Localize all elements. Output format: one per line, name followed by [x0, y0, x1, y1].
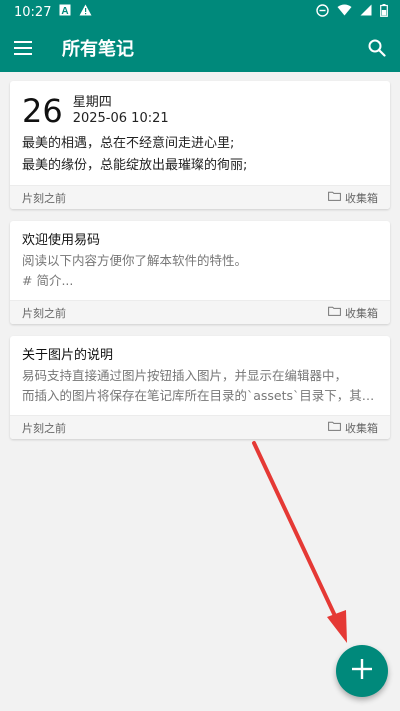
- note-preview: 易码支持直接通过图片按钮插入图片，并显示在编辑器中，: [22, 368, 348, 383]
- menu-icon[interactable]: [14, 41, 32, 55]
- folder-icon: [328, 421, 341, 434]
- wifi-icon: [337, 4, 352, 20]
- note-title: 欢迎使用易码: [22, 233, 101, 248]
- search-icon[interactable]: [368, 39, 386, 57]
- svg-text:A: A: [62, 6, 69, 16]
- diary-card[interactable]: 26 星期四 2025-06 10:21 最美的相遇，总在不经意间走进心里; 最…: [10, 81, 390, 209]
- note-time: 片刻之前: [22, 306, 66, 320]
- note-preview: 而插入的图片将保存在笔记库所在目录的`assets`目录下，其 M...: [22, 388, 378, 403]
- add-note-button[interactable]: [336, 645, 388, 697]
- note-card[interactable]: 欢迎使用易码 阅读以下内容方便你了解本软件的特性。 # 简介... 片刻之前 收…: [10, 221, 390, 324]
- note-time: 片刻之前: [22, 191, 66, 205]
- note-preview: # 简介...: [22, 273, 74, 288]
- card-footer: 片刻之前 收集箱: [10, 185, 390, 209]
- plus-icon: [351, 658, 373, 684]
- app-bar: 所有笔记: [0, 24, 400, 72]
- diary-line: 最美的相遇，总在不经意间走进心里;: [22, 136, 235, 151]
- diary-day: 26: [22, 92, 63, 130]
- status-bar: 10:27 A: [0, 0, 400, 24]
- dnd-icon: [316, 3, 329, 21]
- app-a-icon: A: [59, 4, 71, 20]
- folder-icon: [328, 191, 341, 204]
- battery-icon: [380, 3, 388, 21]
- warning-icon: [79, 4, 92, 20]
- folder-name: 收集箱: [345, 306, 378, 320]
- diary-line: 最美的缘份，总能绽放出最璀璨的徇丽;: [22, 158, 248, 173]
- signal-icon: [360, 4, 372, 20]
- status-time: 10:27: [14, 4, 52, 20]
- card-footer: 片刻之前 收集箱: [10, 415, 390, 439]
- folder-name: 收集箱: [345, 191, 378, 205]
- card-footer: 片刻之前 收集箱: [10, 300, 390, 324]
- folder-name: 收集箱: [345, 421, 378, 435]
- note-preview: 阅读以下内容方便你了解本软件的特性。: [22, 253, 248, 268]
- note-time: 片刻之前: [22, 421, 66, 435]
- folder-icon: [328, 306, 341, 319]
- diary-weekday: 星期四: [72, 95, 112, 110]
- page-title: 所有笔记: [62, 39, 134, 60]
- diary-datetime: 2025-06 10:21: [72, 111, 169, 126]
- note-title: 关于图片的说明: [22, 348, 114, 363]
- note-card[interactable]: 关于图片的说明 易码支持直接通过图片按钮插入图片，并显示在编辑器中， 而插入的图…: [10, 336, 390, 439]
